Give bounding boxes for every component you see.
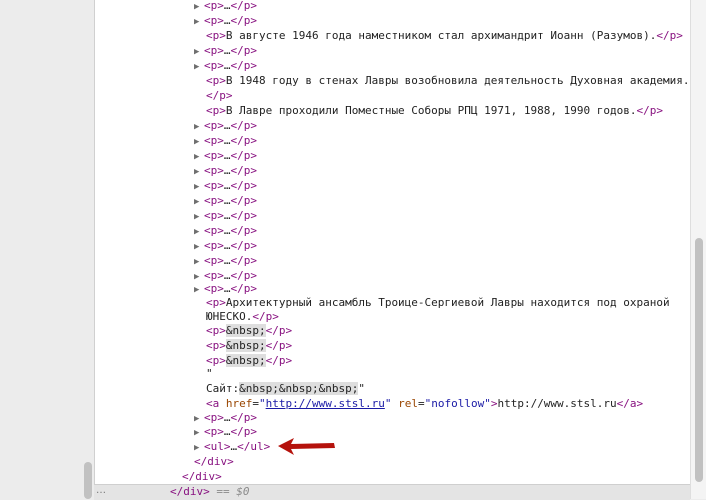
dom-node-collapsed[interactable]: ▶ <p>…</p> (194, 238, 257, 253)
dom-node-nbsp-paragraph[interactable]: <p>&nbsp;</p> (206, 323, 292, 338)
left-scrollbar-thumb[interactable] (84, 462, 92, 499)
dom-node-nbsp-paragraph[interactable]: <p>&nbsp;</p> (206, 338, 292, 353)
right-scrollbar[interactable] (690, 0, 706, 499)
dom-node-collapsed[interactable]: ▶ <p>…</p> (194, 58, 257, 73)
dom-node-collapsed[interactable]: ▶ <p>…</p> (194, 281, 257, 296)
dom-node-closing-tag[interactable]: </p> (206, 88, 233, 103)
dom-text-node-site-label[interactable]: Сайт:&nbsp;&nbsp;&nbsp;" (206, 381, 365, 396)
dom-node-text-paragraph[interactable]: <p>В 1948 году в стенах Лавры возобновил… (206, 73, 689, 88)
dom-node-anchor[interactable]: <a href="http://www.stsl.ru" rel="nofoll… (206, 396, 643, 411)
dom-node-text-continuation[interactable]: ЮНЕСКО.</p> (206, 309, 279, 324)
expand-triangle-icon[interactable]: ▶ (194, 15, 204, 30)
dom-node-collapsed[interactable]: ▶ <p>…</p> (194, 193, 257, 208)
left-gutter (0, 0, 94, 499)
dom-node-selected[interactable]: </div> == $0 (170, 484, 250, 499)
red-arrow-annotation-icon (278, 438, 335, 455)
dom-node-collapsed[interactable]: ▶ <p>…</p> (194, 208, 257, 223)
dom-node-collapsed[interactable]: ▶ <p>…</p> (194, 163, 257, 178)
dom-node-collapsed[interactable]: ▶ <p>…</p> (194, 43, 257, 58)
console-ref-marker: == $0 (216, 485, 250, 498)
expand-triangle-icon[interactable]: ▶ (194, 283, 204, 298)
dom-node-nbsp-paragraph[interactable]: <p>&nbsp;</p> (206, 353, 292, 368)
dom-node-text-paragraph[interactable]: <p>Архитектурный ансамбль Троице-Сергиев… (206, 295, 670, 310)
dom-node-collapsed[interactable]: ▶ <p>…</p> (194, 133, 257, 148)
dom-node-text-paragraph[interactable]: <p>В Лавре проходили Поместные Соборы РП… (206, 103, 663, 118)
dom-text-node-quote[interactable]: " (206, 366, 213, 381)
right-scrollbar-thumb[interactable] (695, 238, 703, 482)
dom-node-collapsed[interactable]: ▶ <p>…</p> (194, 178, 257, 193)
breadcrumb-overflow[interactable]: … (96, 485, 106, 497)
dom-node-collapsed[interactable]: ▶ <p>…</p> (194, 118, 257, 133)
dom-node-collapsed[interactable]: ▶ <p>…</p> (194, 13, 257, 28)
dom-node-text-paragraph[interactable]: <p>В августе 1946 года наместником стал … (206, 28, 683, 43)
href-link[interactable]: http://www.stsl.ru (266, 397, 385, 410)
expand-triangle-icon[interactable]: ▶ (194, 60, 204, 75)
dom-node-collapsed[interactable]: ▶ <p>…</p> (194, 0, 257, 13)
dom-node-collapsed[interactable]: ▶ <p>…</p> (194, 223, 257, 238)
dom-node-collapsed[interactable]: ▶ <p>…</p> (194, 253, 257, 268)
dom-node-closing-div[interactable]: </div> (194, 454, 234, 469)
dom-node-collapsed-ul[interactable]: ▶ <ul>…</ul> (194, 439, 270, 454)
dom-node-collapsed[interactable]: ▶ <p>…</p> (194, 424, 257, 439)
dom-node-collapsed[interactable]: ▶ <p>…</p> (194, 148, 257, 163)
dom-node-closing-div[interactable]: </div> (182, 469, 222, 484)
dom-node-collapsed[interactable]: ▶ <p>…</p> (194, 410, 257, 425)
